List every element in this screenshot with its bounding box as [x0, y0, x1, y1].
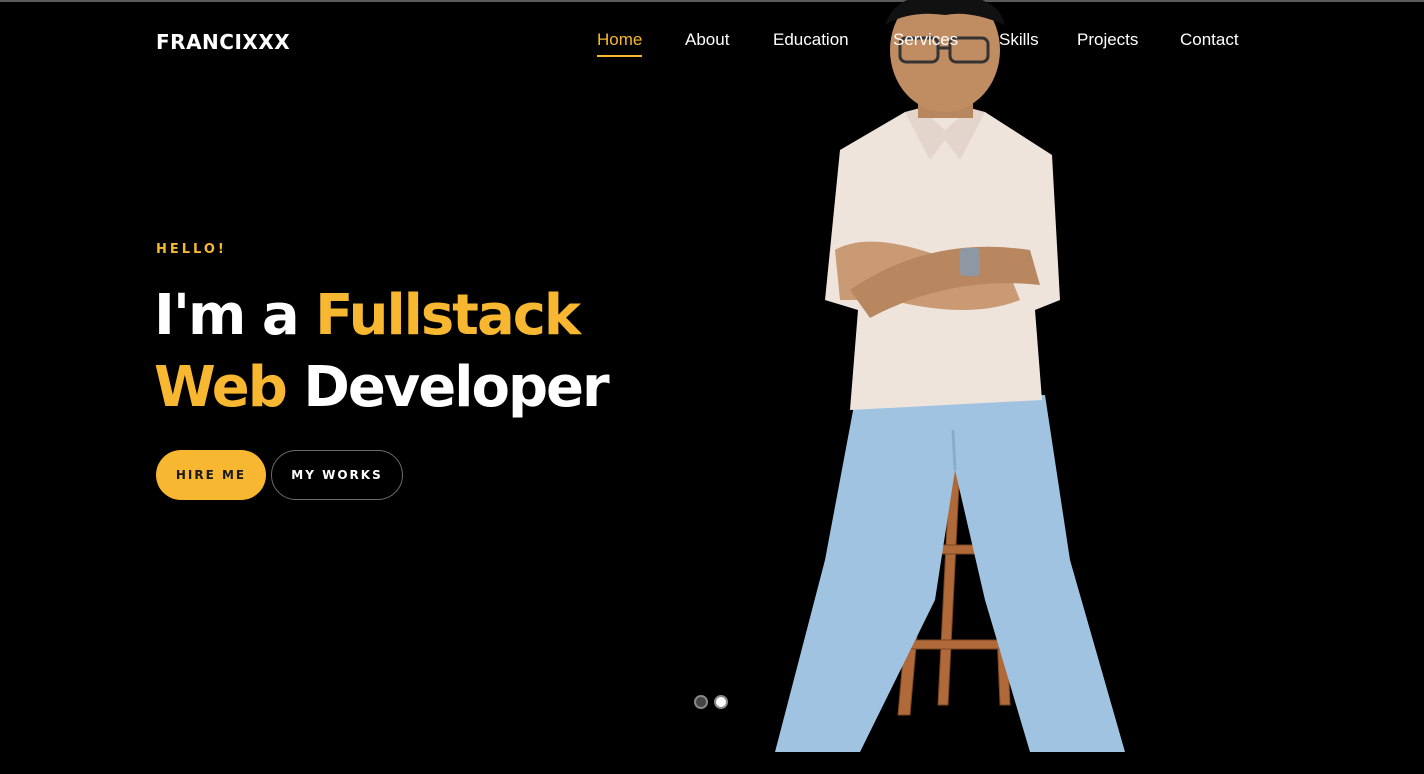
nav-item-services[interactable]: Services	[893, 30, 958, 50]
nav-item-about[interactable]: About	[685, 30, 729, 50]
my-works-button[interactable]: MY WORKS	[271, 450, 403, 500]
top-border	[0, 0, 1424, 2]
hire-me-button[interactable]: HIRE ME	[156, 450, 266, 500]
hero-greeting: HELLO!	[156, 242, 227, 257]
nav-item-label: Home	[597, 30, 643, 49]
nav-item-home[interactable]: Home	[597, 30, 643, 57]
main-nav: Home About Education Services Skills Pro…	[0, 30, 1424, 60]
slider-dot-1[interactable]	[694, 695, 708, 709]
headline-part-1: I'm a	[154, 283, 316, 348]
slider-dot-2-active[interactable]	[714, 695, 728, 709]
hero-person-image	[775, 0, 1125, 752]
hero-page: FRANCIXXX Home About Education Services …	[0, 0, 1424, 774]
headline-part-4: Developer	[285, 355, 609, 420]
hero-headline: I'm a Fullstack Web Developer	[154, 280, 610, 424]
nav-item-contact[interactable]: Contact	[1180, 30, 1239, 50]
nav-item-projects[interactable]: Projects	[1077, 30, 1138, 50]
headline-accent-2: Web	[154, 355, 288, 420]
headline-accent-1: Fullstack	[315, 283, 581, 348]
nav-item-skills[interactable]: Skills	[999, 30, 1039, 50]
nav-active-underline	[597, 55, 643, 57]
nav-item-education[interactable]: Education	[773, 30, 849, 50]
slider-pagination	[694, 695, 734, 709]
